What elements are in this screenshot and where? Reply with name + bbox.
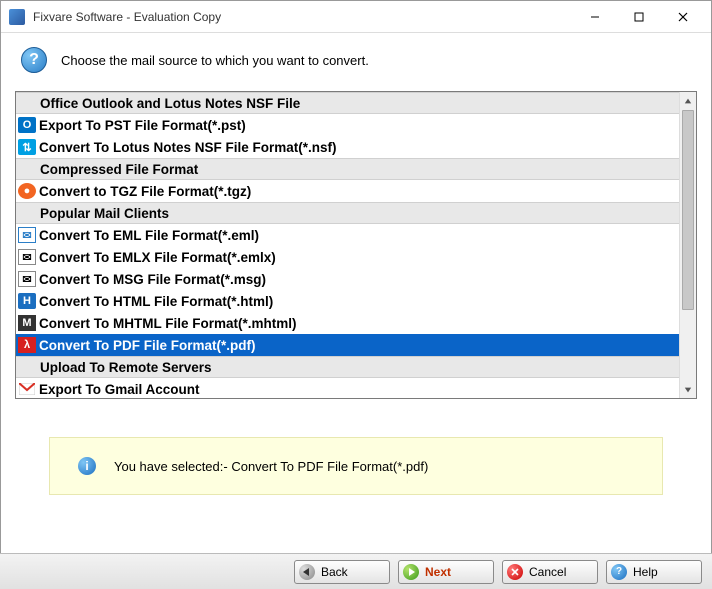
list-item-emlx[interactable]: ✉Convert To EMLX File Format(*.emlx) xyxy=(16,246,679,268)
html-icon: H xyxy=(18,293,36,309)
help-circle-icon: ? xyxy=(611,564,627,580)
list-item-tgz[interactable]: ●Convert to TGZ File Format(*.tgz) xyxy=(16,180,679,202)
eml-icon: ✉ xyxy=(18,227,36,243)
scroll-up-button[interactable] xyxy=(680,92,696,109)
list-item-pdf[interactable]: λConvert To PDF File Format(*.pdf) xyxy=(16,334,679,356)
emlx-icon: ✉ xyxy=(18,249,36,265)
list-group-header: Upload To Remote Servers xyxy=(16,356,679,378)
list-item-label: Convert to TGZ File Format(*.tgz) xyxy=(39,184,251,199)
back-arrow-icon xyxy=(299,564,315,580)
window-title: Fixvare Software - Evaluation Copy xyxy=(33,10,573,24)
pdf-icon: λ xyxy=(18,337,36,353)
msg-icon: ✉ xyxy=(18,271,36,287)
next-label: Next xyxy=(425,565,451,579)
list-group-header: Compressed File Format xyxy=(16,158,679,180)
status-panel: i You have selected:- Convert To PDF Fil… xyxy=(49,437,663,495)
list-item-label: Export To Gmail Account xyxy=(39,382,200,397)
next-arrow-icon xyxy=(403,564,419,580)
list-item-nsf[interactable]: ⇅Convert To Lotus Notes NSF File Format(… xyxy=(16,136,679,158)
next-button[interactable]: Next xyxy=(398,560,494,584)
list-item-label: Export To PST File Format(*.pst) xyxy=(39,118,246,133)
list-item-label: Convert To MSG File Format(*.msg) xyxy=(39,272,266,287)
list-item-label: Convert To HTML File Format(*.html) xyxy=(39,294,273,309)
mhtml-icon: M xyxy=(18,315,36,331)
list-item-eml[interactable]: ✉Convert To EML File Format(*.eml) xyxy=(16,224,679,246)
back-button[interactable]: Back xyxy=(294,560,390,584)
status-text: You have selected:- Convert To PDF File … xyxy=(114,459,428,474)
format-list-body: Office Outlook and Lotus Notes NSF FileO… xyxy=(16,92,679,398)
cancel-label: Cancel xyxy=(529,565,566,579)
instruction-text: Choose the mail source to which you want… xyxy=(61,53,369,68)
list-item-label: Convert To EML File Format(*.eml) xyxy=(39,228,259,243)
format-list: Office Outlook and Lotus Notes NSF FileO… xyxy=(15,91,697,399)
list-item-label: Convert To PDF File Format(*.pdf) xyxy=(39,338,256,353)
list-item-label: Convert To EMLX File Format(*.emlx) xyxy=(39,250,276,265)
cancel-button[interactable]: Cancel xyxy=(502,560,598,584)
list-item-mhtml[interactable]: MConvert To MHTML File Format(*.mhtml) xyxy=(16,312,679,334)
nsf-icon: ⇅ xyxy=(18,139,36,155)
list-item-pst[interactable]: OExport To PST File Format(*.pst) xyxy=(16,114,679,136)
list-item-label: Convert To MHTML File Format(*.mhtml) xyxy=(39,316,297,331)
list-item-label: Convert To Lotus Notes NSF File Format(*… xyxy=(39,140,337,155)
list-group-header: Office Outlook and Lotus Notes NSF File xyxy=(16,92,679,114)
back-label: Back xyxy=(321,565,348,579)
list-item-gmail[interactable]: Export To Gmail Account xyxy=(16,378,679,398)
list-item-html[interactable]: HConvert To HTML File Format(*.html) xyxy=(16,290,679,312)
tgz-icon: ● xyxy=(18,183,36,199)
info-icon: i xyxy=(78,457,96,475)
help-button[interactable]: ? Help xyxy=(606,560,702,584)
header: ? Choose the mail source to which you wa… xyxy=(1,33,711,91)
list-group-header: Popular Mail Clients xyxy=(16,202,679,224)
help-icon: ? xyxy=(21,47,47,73)
titlebar: Fixvare Software - Evaluation Copy xyxy=(1,1,711,33)
gmail-icon xyxy=(18,381,36,397)
window-controls xyxy=(573,3,705,31)
maximize-button[interactable] xyxy=(617,3,661,31)
close-button[interactable] xyxy=(661,3,705,31)
scroll-down-button[interactable] xyxy=(680,381,696,398)
footer: Back Next Cancel ? Help xyxy=(0,553,712,589)
outlook-icon: O xyxy=(18,117,36,133)
app-icon xyxy=(9,9,25,25)
scroll-thumb[interactable] xyxy=(682,110,694,310)
list-item-msg[interactable]: ✉Convert To MSG File Format(*.msg) xyxy=(16,268,679,290)
scrollbar[interactable] xyxy=(679,92,696,398)
cancel-icon xyxy=(507,564,523,580)
help-label: Help xyxy=(633,565,658,579)
minimize-button[interactable] xyxy=(573,3,617,31)
